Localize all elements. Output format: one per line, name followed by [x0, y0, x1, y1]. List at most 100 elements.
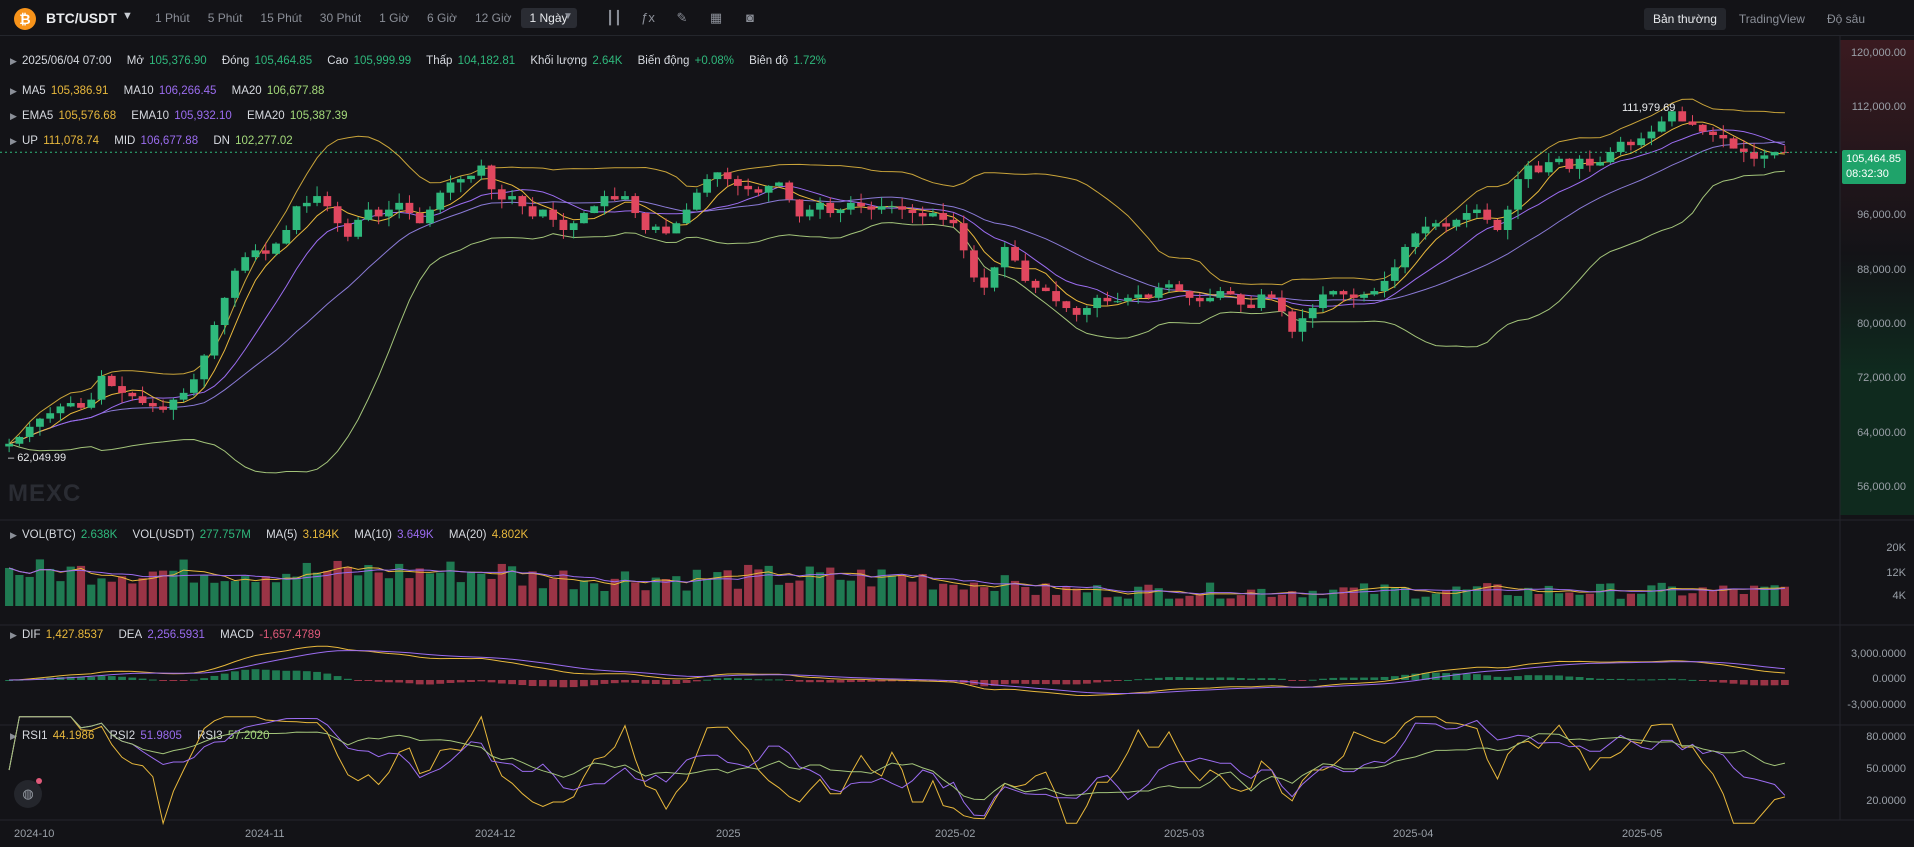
macd-histogram-bar	[1329, 677, 1338, 680]
macd-histogram-bar	[723, 678, 732, 680]
candle-body	[1760, 155, 1769, 159]
mexc-watermark: MEXC	[8, 480, 82, 507]
volume-bar	[836, 579, 845, 606]
candle-body	[703, 179, 712, 193]
macd-histogram-bar	[1709, 680, 1717, 682]
price-axis-label: 64,000.00	[1857, 426, 1906, 439]
candle-body	[590, 206, 599, 214]
price-axis-label: 72,000.00	[1857, 372, 1906, 385]
candle-body	[1370, 291, 1379, 295]
macd-histogram-bar	[1780, 680, 1789, 686]
macd-histogram-bar	[1575, 677, 1584, 680]
candle-body	[5, 443, 14, 447]
volume-bar	[641, 590, 650, 606]
candle-body	[36, 418, 44, 427]
volume-bar	[590, 583, 599, 606]
macd-histogram-bar	[1298, 680, 1307, 681]
candle-body	[354, 219, 363, 237]
candle-body	[1452, 219, 1461, 227]
volume-bar	[949, 584, 958, 606]
candle-body	[220, 297, 229, 325]
volume-bar	[1226, 598, 1235, 606]
volume-bar	[908, 581, 917, 606]
volume-bar	[1329, 589, 1338, 606]
candle-body	[1565, 158, 1574, 169]
candle-body	[538, 209, 547, 217]
volume-bar	[1134, 586, 1143, 606]
low-marker-value: 62,049.99	[17, 452, 67, 464]
volume-bar	[1308, 590, 1317, 606]
volume-bar	[733, 588, 743, 606]
candle-body	[46, 413, 55, 419]
candle-body	[77, 403, 85, 408]
volume-bar	[744, 564, 753, 606]
boll-upper-line	[8, 98, 1785, 445]
time-axis-label: 2024-12	[475, 828, 516, 840]
candle-body	[1185, 291, 1194, 298]
macd-histogram-bar	[1000, 680, 1009, 685]
macd-histogram-bar	[672, 680, 681, 684]
price-axis-label: 80,000.00	[1857, 318, 1906, 330]
candle-body	[1052, 291, 1060, 302]
candle-body	[641, 213, 650, 230]
volume-bar	[610, 578, 619, 606]
macd-histogram-bar	[1021, 680, 1030, 684]
macd-histogram-bar	[302, 671, 311, 680]
volume-bar	[261, 576, 270, 606]
macd-histogram-bar	[795, 680, 804, 682]
ma10-line	[8, 129, 1786, 445]
candle-body	[405, 202, 414, 214]
volume-bar	[1370, 593, 1379, 606]
time-axis-label: 2024-11	[245, 828, 285, 840]
time-axis-label: 2025-04	[1393, 828, 1434, 840]
macd-histogram-bar	[1760, 680, 1769, 686]
candle-body	[200, 355, 209, 380]
volume-bar	[456, 582, 465, 606]
volume-bar	[939, 583, 948, 606]
macd-histogram-bar	[1267, 678, 1276, 680]
candle-body	[1021, 260, 1030, 281]
macd-histogram-bar	[1719, 680, 1728, 683]
macd-histogram-bar	[662, 680, 670, 685]
macd-histogram-bar	[415, 680, 424, 685]
candle-body	[929, 213, 937, 217]
volume-bar	[579, 580, 589, 606]
candle-body	[169, 399, 178, 410]
rsi-axis-label: 80.0000	[1866, 731, 1906, 743]
macd-histogram-bar	[538, 680, 547, 687]
candle-body	[1267, 294, 1276, 298]
candle-body	[1401, 246, 1409, 268]
volume-bar	[189, 582, 198, 606]
candle-body	[231, 270, 239, 298]
volume-bar	[1565, 592, 1574, 606]
candle-body	[1473, 209, 1481, 214]
volume-axis-label: 4K	[1892, 590, 1906, 602]
volume-bar	[600, 590, 609, 606]
volume-bar	[1247, 589, 1256, 606]
layers-button[interactable]: ◍	[14, 780, 42, 808]
volume-bar	[1216, 598, 1225, 606]
volume-bar	[1339, 587, 1348, 606]
candle-body	[1257, 294, 1266, 309]
volume-bar	[1390, 588, 1399, 606]
volume-bar	[538, 588, 547, 606]
volume-axis-label: 20K	[1886, 542, 1906, 554]
candle-body	[148, 403, 157, 407]
macd-histogram-bar	[1278, 678, 1286, 680]
volume-bar	[1175, 598, 1184, 606]
macd-histogram-bar	[1524, 675, 1533, 680]
volume-bar	[518, 585, 527, 606]
volume-bar	[1606, 583, 1615, 606]
price-chart-canvas[interactable]	[0, 0, 1914, 847]
volume-bar	[1103, 597, 1112, 606]
macd-histogram-bar	[426, 680, 434, 685]
volume-axis-label: 12K	[1886, 567, 1906, 579]
volume-bar	[323, 571, 332, 606]
macd-histogram-bar	[1165, 677, 1173, 680]
volume-bar	[1575, 594, 1584, 606]
macd-histogram-bar	[1544, 675, 1553, 680]
macd-histogram-bar	[1041, 680, 1050, 685]
candle-body	[1195, 297, 1204, 302]
macd-histogram-bar	[1319, 678, 1327, 680]
volume-bar	[569, 589, 578, 606]
